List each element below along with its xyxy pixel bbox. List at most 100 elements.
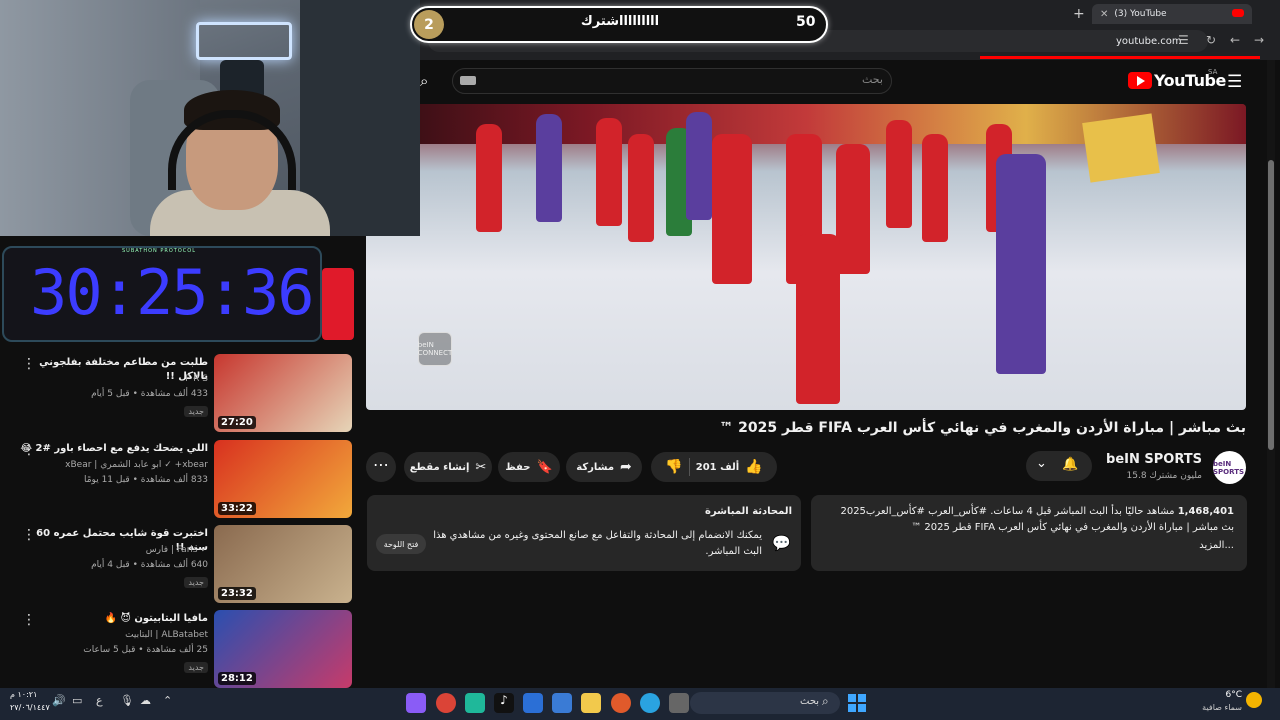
mail-icon[interactable] [523,693,543,713]
bookmark-icon: 🔖 [536,459,553,475]
taskbar-search-text: بحث [800,696,820,707]
bell-icon: 🔔 [1062,457,1079,472]
close-tab-icon[interactable]: ✕ [1100,9,1108,20]
channel-name[interactable]: F R S [18,374,208,384]
new-badge: جديد [184,662,208,673]
goal-text: اااااااااشترك [580,14,660,29]
scrollbar-thumb[interactable] [1268,160,1274,450]
clip-button[interactable]: إنشاء مقطع ✂ [404,452,492,482]
channel-avatar[interactable]: beIN SPORTS [1213,451,1246,484]
timer-label: SUBATHON PROTOCOL [122,248,197,254]
stats-text: مشاهد حاليًا بدأ البث المباشر قبل 4 ساعا… [840,506,1175,517]
reload-icon[interactable]: ↻ [1206,33,1216,47]
share-button[interactable]: مشاركة ➦ [566,452,642,482]
video-duration: 27:20 [218,416,256,429]
more-options-icon[interactable]: ⋮ [22,527,36,543]
description-text: بث مباشر | مباراة الأردن والمغرب في نهائ… [911,522,1234,533]
new-tab-button[interactable]: + [1073,6,1085,22]
player-figure [836,144,870,274]
goal-number-badge: 2 [414,10,444,39]
video-meta: 833 ألف مشاهدة • قبل 11 يومًا [83,475,208,485]
player-figure [886,120,912,228]
channel-name[interactable]: xBear | ابو عابد الشمري ✓ +xbear [18,460,208,470]
youtube-favicon-icon [1232,9,1244,17]
browser-icon[interactable] [611,693,631,713]
partial-thumbnail[interactable] [322,268,354,340]
search-input[interactable] [452,68,892,94]
list-item[interactable]: 27:20 طلبت من مطاعم مختلفة بفلجوني بالاك… [0,354,360,434]
more-options-icon[interactable]: ⋮ [22,442,36,458]
more-options-button[interactable]: ⋯ [366,452,396,482]
battery-icon[interactable]: ▭ [72,694,82,707]
keyboard-icon[interactable] [460,76,476,85]
microphone-icon[interactable]: 🎙 [120,694,134,707]
channel-name[interactable]: فارس | Faris ✓ [18,545,208,555]
video-player[interactable] [366,104,1246,410]
tiktok-icon[interactable]: ♪ [494,693,514,713]
video-title[interactable]: اللي يضحك يدفع مع احصاء باور #2 😂 [18,442,208,456]
search-icon[interactable]: ⌕ [420,72,428,90]
video-duration: 23:32 [218,587,256,600]
divider [688,458,690,476]
volume-icon[interactable]: 🔊 [52,694,66,707]
player-figure [628,134,654,242]
windows-start-icon[interactable] [848,694,866,712]
list-item[interactable]: 28:12 مافيا البتابيتون 😈 🔥 البتابيت | AL… [0,610,360,690]
description-stats: 1,468,401 مشاهد حاليًا بدأ البث المباشر … [834,506,1234,517]
player-figure [922,134,948,242]
browser-tab[interactable]: ✕ (3) YouTube [1092,4,1252,24]
clip-label: إنشاء مقطع [409,461,470,473]
list-item[interactable]: 33:22 اللي يضحك يدفع مع احصاء باور #2 😂 … [0,440,360,520]
more-options-icon[interactable]: ⋮ [22,612,36,628]
save-button[interactable]: حفظ 🔖 [498,452,560,482]
clock-time[interactable]: ١٠:٢١ م [10,690,37,699]
app-icon[interactable] [465,693,485,713]
video-meta: 25 ألف مشاهدة • قبل 5 ساعات [83,645,208,655]
new-badge: جديد [184,406,208,417]
language-icon[interactable]: ع [96,694,103,707]
menu-icon[interactable]: ☰ [1227,72,1242,92]
weather-icon[interactable] [1246,692,1262,708]
cloud-icon[interactable]: ☁ [140,694,151,707]
channel-subscribers: 15.8 مليون مشترك [1126,471,1203,481]
store-icon[interactable] [552,693,572,713]
chevron-up-icon[interactable]: ⌃ [163,694,172,707]
like-icon[interactable]: 👍 [745,459,762,475]
discord-icon[interactable] [406,693,426,713]
channel-name[interactable]: البتابيت | ALBatabet [18,630,208,640]
list-item[interactable]: 23:32 اختبرت قوة شايب محتمل عمره 60 سنه … [0,525,360,605]
file-explorer-icon[interactable] [581,693,601,713]
live-chat-description: يمكنك الانضمام إلى المحادثة والتفاعل مع … [433,530,762,557]
subscribe-bell-button[interactable]: 🔔 ⌄ [1026,451,1092,481]
forward-icon[interactable]: → [1254,33,1264,47]
like-count[interactable]: 201 ألف [696,462,739,473]
save-label: حفظ [505,461,531,473]
more-options-icon[interactable]: ⋮ [22,356,36,372]
player-figure [686,112,712,220]
chevron-down-icon: ⌄ [1036,456,1047,471]
player-figure [712,134,752,284]
share-label: مشاركة [576,461,615,473]
tab-title: (3) YouTube [1114,9,1167,19]
video-meta: 433 ألف مشاهدة • قبل 5 أيام [91,389,208,399]
site-settings-icon[interactable]: ☰ [1178,33,1189,47]
live-chat-title: المحادثة المباشرة [705,506,792,517]
edge-icon[interactable] [640,693,660,713]
goal-count: 50 [796,14,816,30]
clock-date[interactable]: ٢٧/٠٦/١٤٤٧ [10,703,50,712]
video-duration: 33:22 [218,502,256,515]
subathon-timer: 30:25:36 [30,256,315,329]
open-chat-button[interactable]: فتح اللوحة [376,534,426,554]
share-icon: ➦ [620,459,632,475]
play-icon [1137,76,1145,86]
chrome-icon[interactable] [436,693,456,713]
video-duration: 28:12 [218,672,256,685]
video-title[interactable]: مافيا البتابيتون 😈 🔥 [18,612,208,626]
webcam-feed [0,0,420,236]
show-more-link[interactable]: ...المزيد [834,540,1234,551]
scissors-icon: ✂ [475,459,487,475]
app-icon[interactable] [669,693,689,713]
channel-name[interactable]: beIN SPORTS [1106,452,1202,467]
dislike-icon[interactable]: 👎 [665,459,682,475]
back-icon[interactable]: ← [1230,33,1240,47]
